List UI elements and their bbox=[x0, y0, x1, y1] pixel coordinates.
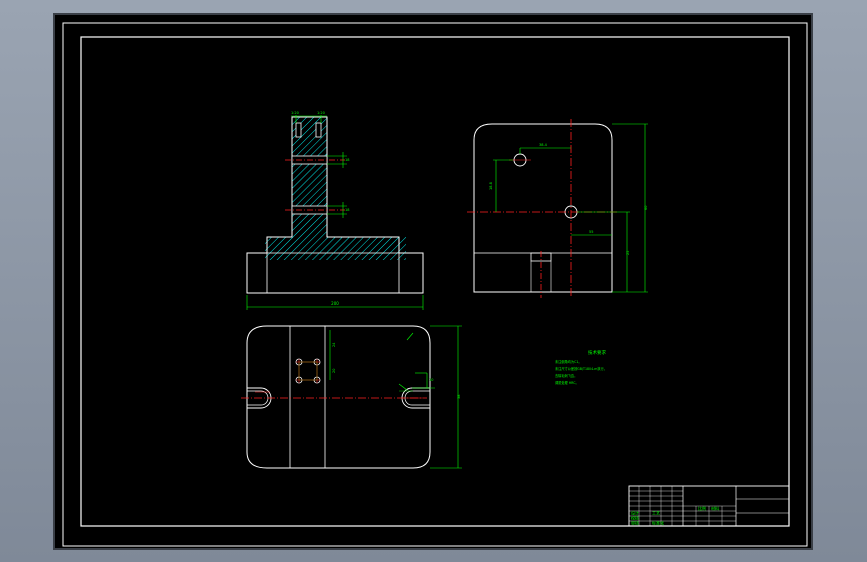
front-outline bbox=[246, 116, 424, 294]
cad-viewport[interactable]: 200 1:20 1:20 18 18 18.8 38.4 60 25 55 2… bbox=[53, 13, 813, 550]
notes-line-2: 未注尺寸公差按GB/T1804-m执行。 bbox=[555, 366, 607, 371]
top-outline bbox=[246, 325, 431, 469]
drawing-canvas[interactable]: 200 1:20 1:20 18 18 18.8 38.4 60 25 55 2… bbox=[55, 15, 815, 552]
tb-field-review: 审核 bbox=[631, 520, 639, 526]
notes-line-3: 去除毛刺飞边。 bbox=[555, 373, 577, 378]
top-dim-pitch: 20 bbox=[332, 369, 336, 373]
side-dim-horizontal: 38.4 bbox=[539, 143, 548, 147]
front-side-dim-lower: 18 bbox=[345, 208, 349, 212]
front-top-dim-left: 1:20 bbox=[291, 111, 299, 115]
side-dim-vertical: 18.8 bbox=[489, 182, 493, 190]
top-dim-slot: 10 bbox=[429, 378, 433, 382]
tb-field-scale: 比例 bbox=[698, 505, 706, 511]
front-width-dim: 200 bbox=[331, 301, 339, 306]
front-top-dim-right: 1:20 bbox=[317, 111, 325, 115]
outer-sheet-border bbox=[62, 22, 808, 547]
side-dim-offset: 55 bbox=[589, 230, 593, 234]
technical-notes: 技术要求 未注倒角均为C1。 未注尺寸公差按GB/T1804-m执行。 去除毛刺… bbox=[555, 349, 607, 385]
side-outline bbox=[473, 123, 613, 293]
front-side-dim-upper: 18 bbox=[345, 158, 349, 162]
top-dim-upper: 24 bbox=[332, 342, 336, 347]
front-section-view: 200 1:20 1:20 18 18 bbox=[246, 111, 424, 310]
notes-line-4: 调质处理 HRC。 bbox=[555, 380, 579, 385]
side-view: 18.8 38.4 60 25 55 bbox=[467, 119, 648, 298]
section-hatch bbox=[265, 117, 406, 260]
tb-field-material: 材料 bbox=[711, 505, 719, 511]
tb-field-process: 工艺 bbox=[652, 511, 660, 516]
notes-line-1: 未注倒角均为C1。 bbox=[555, 359, 582, 364]
notes-title: 技术要求 bbox=[588, 349, 606, 356]
side-dim-height: 60 bbox=[644, 206, 648, 210]
top-view: 24 20 38 10 bbox=[241, 325, 462, 469]
top-dim-height: 38 bbox=[457, 395, 461, 399]
side-dim-center-height: 25 bbox=[626, 251, 630, 255]
inner-drawing-border bbox=[80, 36, 790, 527]
title-block: 设计 校核 审核 工艺 标准化 比例 材料 bbox=[628, 485, 790, 527]
tb-field-standard: 标准化 bbox=[652, 520, 664, 526]
